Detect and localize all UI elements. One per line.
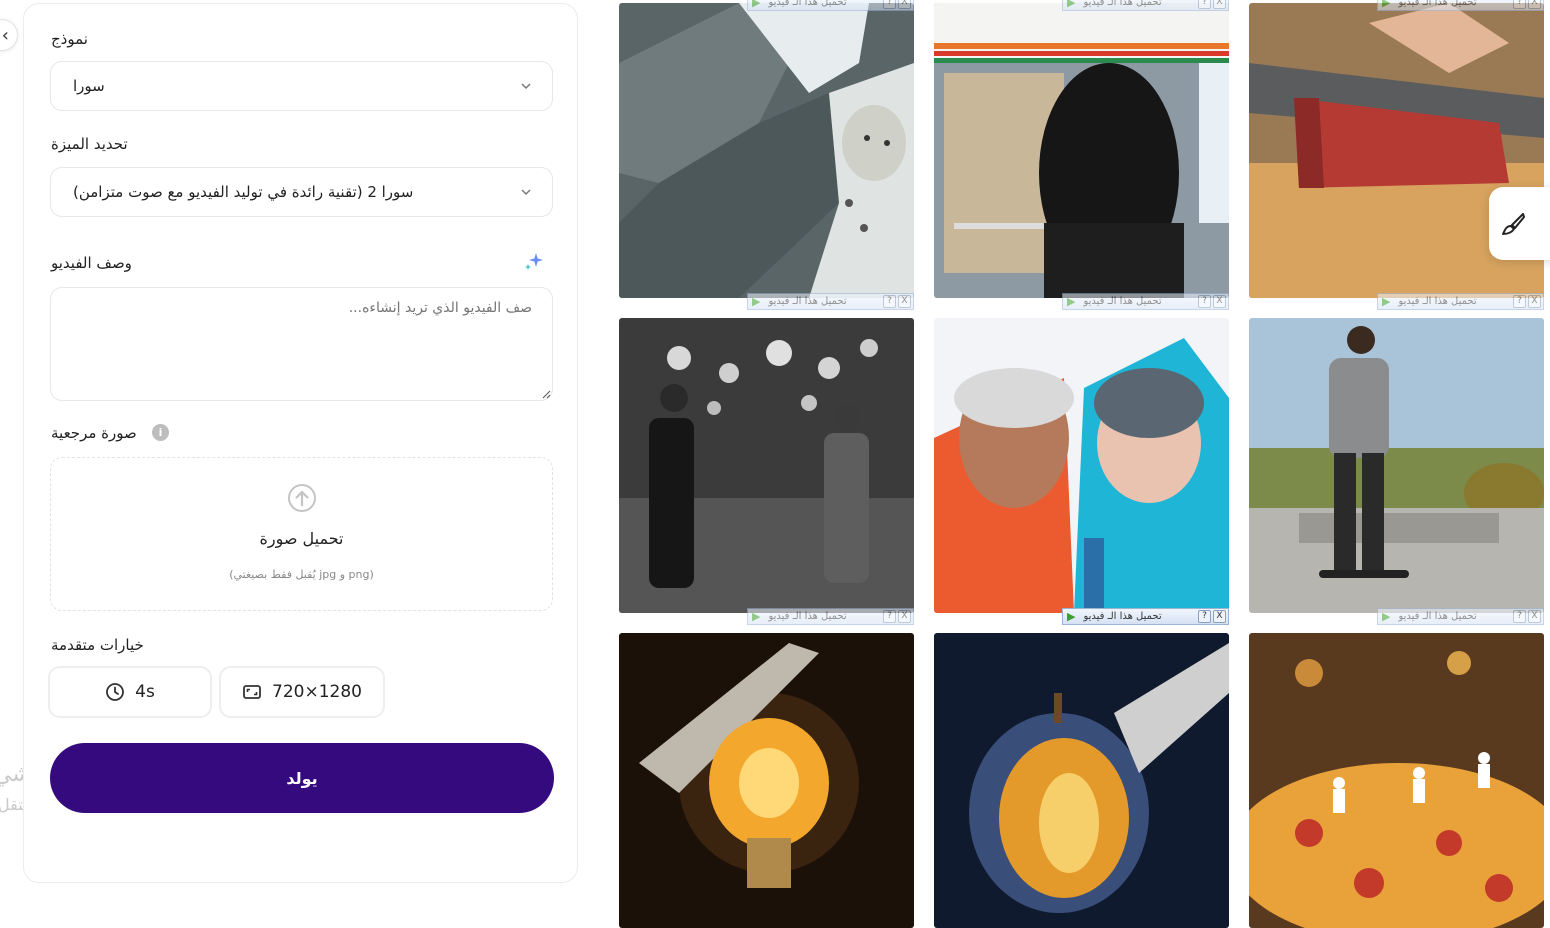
skateboarder-image (1249, 318, 1544, 613)
convenience-store-image (934, 3, 1229, 298)
floating-brush-button[interactable] (1489, 187, 1550, 260)
gallery-item-lightbulb[interactable] (619, 633, 914, 928)
resolution-button[interactable]: 720×1280 (219, 666, 385, 718)
resolution-value: 720×1280 (272, 682, 362, 702)
chevron-down-icon (521, 189, 531, 196)
gallery-item-convenience-store[interactable] (934, 3, 1229, 298)
feature-label: تحديد الميزة (51, 135, 128, 153)
download-video-bar[interactable]: ▶ تحميل هذا الـ فيديو ? X (1062, 293, 1229, 310)
close-icon[interactable]: X (898, 295, 911, 308)
gallery-item-climbers-selfie[interactable] (934, 318, 1229, 613)
description-label: وصف الفيديو (51, 254, 132, 272)
description-textarea[interactable] (50, 287, 553, 401)
close-icon[interactable]: X (1528, 0, 1541, 9)
close-icon[interactable]: X (898, 610, 911, 623)
help-icon[interactable]: ? (1198, 295, 1211, 308)
resize-grip-icon[interactable] (541, 389, 551, 399)
play-icon: ▶ (1067, 295, 1076, 308)
upload-arrow-icon (288, 484, 316, 512)
glass-apple-image (934, 633, 1229, 928)
download-video-bar-active[interactable]: ▶ تحميل هذا الـ فيديو ? X (1062, 608, 1229, 625)
gallery-item-skateboarder[interactable] (1249, 318, 1544, 613)
close-icon[interactable]: X (1528, 295, 1541, 308)
download-video-bar[interactable]: ▶ تحميل هذا الـ فيديو ? X (747, 0, 914, 11)
sparkle-icon[interactable] (522, 250, 546, 274)
play-icon: ▶ (1067, 610, 1076, 623)
play-icon: ▶ (1382, 610, 1391, 623)
generation-form-panel: نموذج سورا تحديد الميزة سورا 2 (تقنية را… (23, 3, 578, 883)
download-video-bar[interactable]: ▶ تحميل هذا الـ فيديو ? X (1377, 0, 1544, 11)
help-icon[interactable]: ? (883, 0, 896, 9)
model-select-value: سورا (73, 77, 105, 95)
help-icon[interactable]: ? (1513, 610, 1526, 623)
close-icon[interactable]: X (1213, 610, 1226, 623)
clock-icon (106, 683, 125, 701)
download-video-bar[interactable]: ▶ تحميل هذا الـ فيديو ? X (1377, 608, 1544, 625)
gallery-item-rainy-street[interactable] (619, 318, 914, 613)
play-icon: ▶ (1382, 0, 1391, 9)
duration-value: 4s (135, 682, 155, 702)
download-video-bar[interactable]: ▶ تحميل هذا الـ فيديو ? X (1377, 293, 1544, 310)
close-icon[interactable]: X (1213, 0, 1226, 9)
brush-icon (1502, 212, 1525, 235)
play-icon: ▶ (752, 0, 761, 9)
close-icon[interactable]: X (898, 0, 911, 9)
rainy-street-image (619, 318, 914, 613)
help-icon[interactable]: ? (1513, 295, 1526, 308)
play-icon: ▶ (1067, 0, 1076, 9)
help-icon[interactable]: ? (1513, 0, 1526, 9)
upload-hint: (يُقبل فقط بصيغتي jpg و png) (229, 568, 374, 581)
play-icon: ▶ (752, 295, 761, 308)
close-icon[interactable]: X (1213, 295, 1226, 308)
feature-select-value: سورا 2 (تقنية رائدة في توليد الفيديو مع … (73, 183, 414, 201)
play-icon: ▶ (1382, 295, 1391, 308)
reference-image-label: صورة مرجعية (51, 424, 137, 442)
download-video-bar[interactable]: ▶ تحميل هذا الـ فيديو ? X (1062, 0, 1229, 11)
generate-button[interactable]: يولد (50, 743, 554, 813)
help-icon[interactable]: ? (1198, 0, 1211, 9)
help-icon[interactable]: ? (1198, 610, 1211, 623)
duration-button[interactable]: 4s (48, 666, 212, 718)
chevron-down-icon (521, 83, 531, 90)
gallery-item-snow-leopard[interactable] (619, 3, 914, 298)
help-icon[interactable]: ? (883, 295, 896, 308)
tiny-chefs-pizza-image (1249, 633, 1544, 928)
advanced-options-label: خيارات متقدمة (51, 636, 144, 654)
lightbulb-image (619, 633, 914, 928)
upload-title: تحميل صورة (259, 529, 344, 548)
model-label: نموذج (51, 30, 88, 48)
snow-leopard-image (619, 3, 914, 298)
download-video-bar[interactable]: ▶ تحميل هذا الـ فيديو ? X (747, 293, 914, 310)
collapse-sidebar-button[interactable]: ‹ (0, 19, 18, 51)
aspect-ratio-icon (243, 685, 261, 699)
image-upload-dropzone[interactable]: تحميل صورة (يُقبل فقط بصيغتي jpg و png) (50, 457, 553, 611)
play-icon: ▶ (752, 610, 761, 623)
model-select[interactable]: سورا (50, 61, 553, 111)
download-video-bar[interactable]: ▶ تحميل هذا الـ فيديو ? X (747, 608, 914, 625)
gallery-item-glass-apple[interactable] (934, 633, 1229, 928)
gallery-item-tiny-chefs-pizza[interactable] (1249, 633, 1544, 928)
feature-select[interactable]: سورا 2 (تقنية رائدة في توليد الفيديو مع … (50, 167, 553, 217)
help-icon[interactable]: ? (883, 610, 896, 623)
close-icon[interactable]: X (1528, 610, 1541, 623)
chevron-left-icon: ‹ (1, 24, 9, 46)
climbers-selfie-image (934, 318, 1229, 613)
info-icon[interactable]: i (152, 424, 169, 441)
